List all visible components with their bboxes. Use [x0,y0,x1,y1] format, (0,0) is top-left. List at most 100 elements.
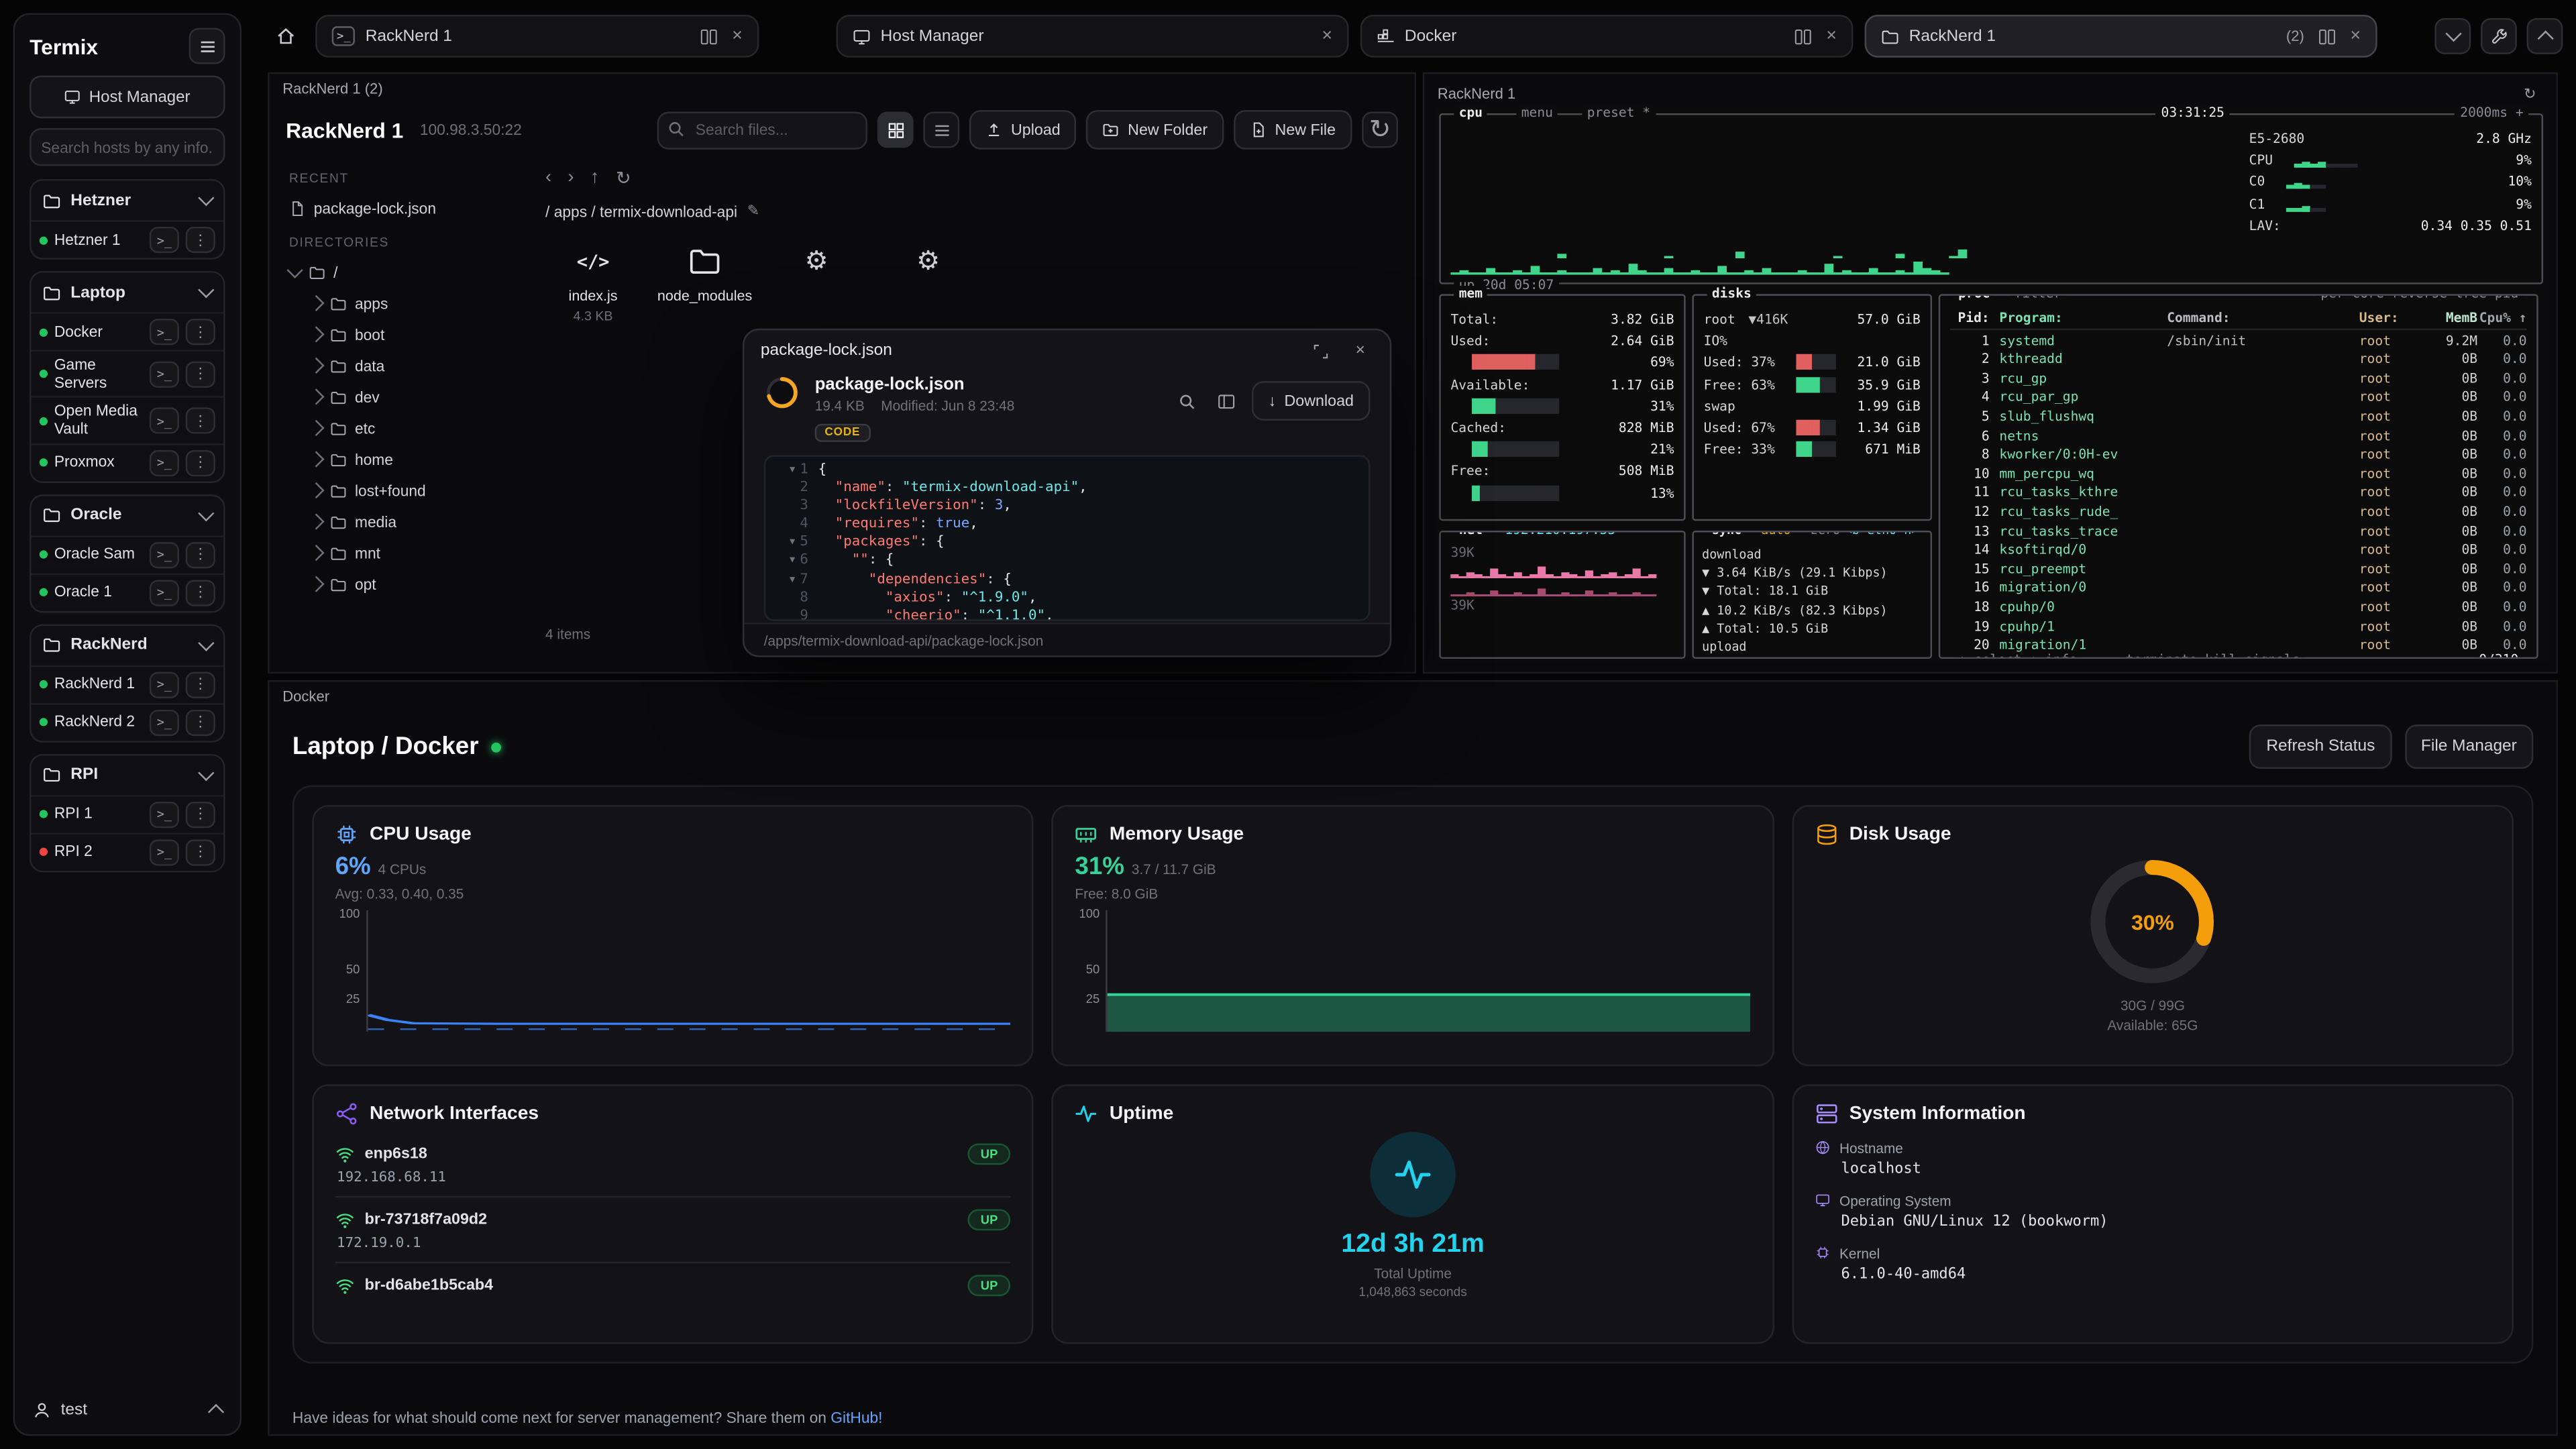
io-auto-label[interactable]: auto [1756,531,1796,537]
upload-button[interactable]: Upload [970,110,1077,150]
directory-item[interactable]: dev [289,381,519,413]
directory-item[interactable]: boot [289,319,519,350]
directory-item[interactable]: etc [289,413,519,444]
proc-row[interactable]: 11 rcu_tasks_kthre root 0B 0.0 [1950,484,2527,502]
nav-up-button[interactable]: ↑ [590,168,599,187]
nav-back-button[interactable]: ‹ [545,168,551,187]
host-item[interactable]: Hetzner 1 >_ ⋮ [32,220,224,258]
directory-item[interactable]: media [289,506,519,537]
host-item[interactable]: Open Media Vault >_ ⋮ [32,396,224,443]
btop-terminal[interactable]: cpu menu preset * 03:31:25 2000ms + up 2… [1434,107,2550,662]
nav-forward-button[interactable]: › [568,168,574,187]
host-item[interactable]: RPI 2 >_ ⋮ [32,833,224,870]
proc-row[interactable]: 6 netns root 0B 0.0 [1950,427,2527,445]
proc-row[interactable]: 5 slub_flushwq root 0B 0.0 [1950,407,2527,426]
file-tile-node-modules[interactable]: node_modules [657,240,753,324]
close-tab-button[interactable]: × [1826,27,1837,45]
github-link[interactable]: GitHub! [830,1409,882,1426]
file-manager-button[interactable]: File Manager [2404,724,2533,769]
search-in-file-button[interactable] [1173,388,1199,414]
file-tile[interactable]: ⚙ [881,240,976,324]
close-dialog-button[interactable]: × [1347,337,1373,364]
split-view-button[interactable] [2314,23,2341,49]
collapse-header-button[interactable] [2527,18,2563,54]
host-group-header[interactable]: Oracle [32,496,224,535]
host-terminal-button[interactable]: >_ [150,672,179,698]
split-view-button[interactable] [696,23,722,49]
grid-view-button[interactable] [878,112,914,148]
new-folder-button[interactable]: New Folder [1087,110,1224,150]
sidebar-footer[interactable]: test [15,1385,240,1434]
host-manager-button[interactable]: Host Manager [30,76,225,119]
tools-button[interactable] [2481,18,2517,54]
preset-label[interactable]: preset * [1582,105,1655,120]
host-menu-button[interactable]: ⋮ [186,839,215,865]
host-terminal-button[interactable]: >_ [150,408,179,434]
proc-row[interactable]: 14 ksoftirqd/0 root 0B 0.0 [1950,541,2527,559]
host-terminal-button[interactable]: >_ [150,449,179,476]
proc-row[interactable]: 3 rcu_gp root 0B 0.0 [1950,369,2527,388]
recent-file-item[interactable]: package-lock.json [289,193,519,224]
host-item[interactable]: Docker >_ ⋮ [32,312,224,350]
directory-root[interactable]: / [289,256,519,288]
proc-filter-label[interactable]: filter [2009,294,2066,301]
code-preview[interactable]: ▾1 { 2 "name": "termix-download-api", 3 … [764,455,1371,621]
host-terminal-button[interactable]: >_ [150,801,179,827]
sidebar-menu-button[interactable] [189,28,225,64]
host-menu-button[interactable]: ⋮ [186,408,215,434]
proc-row[interactable]: 10 mm_percpu_wq root 0B 0.0 [1950,464,2527,483]
proc-table[interactable]: 1 systemd /sbin/init root 9.2M 0.0 2 kth… [1950,331,2527,655]
host-terminal-button[interactable]: >_ [150,709,179,735]
proc-row[interactable]: 13 rcu_tasks_trace root 0B 0.0 [1950,522,2527,541]
directory-item[interactable]: apps [289,288,519,319]
close-tab-button[interactable]: × [732,27,743,45]
proc-row[interactable]: 19 cpuhp/1 root 0B 0.0 [1950,617,2527,636]
refresh-files-button[interactable]: ↻ [1362,112,1398,148]
proc-row[interactable]: 16 migration/0 root 0B 0.0 [1950,579,2527,598]
proc-row[interactable]: 1 systemd /sbin/init root 9.2M 0.0 [1950,331,2527,350]
host-menu-button[interactable]: ⋮ [186,709,215,735]
host-terminal-button[interactable]: >_ [150,542,179,568]
tab-docker[interactable]: Docker × [1360,15,1854,58]
proc-row[interactable]: 12 rcu_tasks_rude_ root 0B 0.0 [1950,502,2527,521]
host-menu-button[interactable]: ⋮ [186,542,215,568]
host-terminal-button[interactable]: >_ [150,580,179,606]
file-search-input[interactable] [657,111,867,148]
host-item[interactable]: RackNerd 1 >_ ⋮ [32,665,224,702]
host-group-header[interactable]: RPI [32,755,224,795]
expand-dialog-button[interactable] [1307,337,1334,364]
tab-overflow-button[interactable] [2434,18,2471,54]
download-button[interactable]: ↓ Download [1252,381,1370,421]
interval-label[interactable]: 2000ms + [2455,105,2528,120]
host-terminal-button[interactable]: >_ [150,361,179,387]
host-item[interactable]: RackNerd 2 >_ ⋮ [32,703,224,741]
directory-item[interactable]: mnt [289,537,519,569]
menu-label[interactable]: menu [1516,105,1558,120]
tab-host-manager[interactable]: Host Manager × [837,15,1349,58]
file-tile[interactable]: ⚙ [769,240,864,324]
toggle-view-button[interactable] [1212,388,1238,414]
close-tab-button[interactable]: × [1322,27,1332,45]
host-menu-button[interactable]: ⋮ [186,801,215,827]
host-menu-button[interactable]: ⋮ [186,227,215,253]
host-item[interactable]: Game Servers >_ ⋮ [32,350,224,396]
breadcrumb[interactable]: / apps / termix-download-api [545,203,737,219]
directory-item[interactable]: lost+found [289,475,519,506]
directory-item[interactable]: home [289,443,519,475]
edit-path-icon[interactable]: ✎ [747,202,759,220]
directory-item[interactable]: opt [289,568,519,600]
host-terminal-button[interactable]: >_ [150,227,179,253]
host-item[interactable]: Oracle Sam >_ ⋮ [32,535,224,573]
proc-row[interactable]: 8 kworker/0:0H-ev root 0B 0.0 [1950,445,2527,464]
refresh-status-button[interactable]: Refresh Status [2250,724,2392,769]
home-button[interactable] [268,18,304,54]
close-tab-button[interactable]: × [2350,27,2361,45]
proc-row[interactable]: 18 cpuhp/0 root 0B 0.0 [1950,598,2527,616]
proc-row[interactable]: 2 kthreadd root 0B 0.0 [1950,350,2527,369]
proc-row[interactable]: 15 rcu_preempt root 0B 0.0 [1950,559,2527,578]
proc-options-label[interactable]: per-core reverse tree pid [2316,294,2524,301]
host-terminal-button[interactable]: >_ [150,839,179,865]
proc-row[interactable]: 4 rcu_par_gp root 0B 0.0 [1950,388,2527,407]
host-menu-button[interactable]: ⋮ [186,580,215,606]
host-menu-button[interactable]: ⋮ [186,449,215,476]
